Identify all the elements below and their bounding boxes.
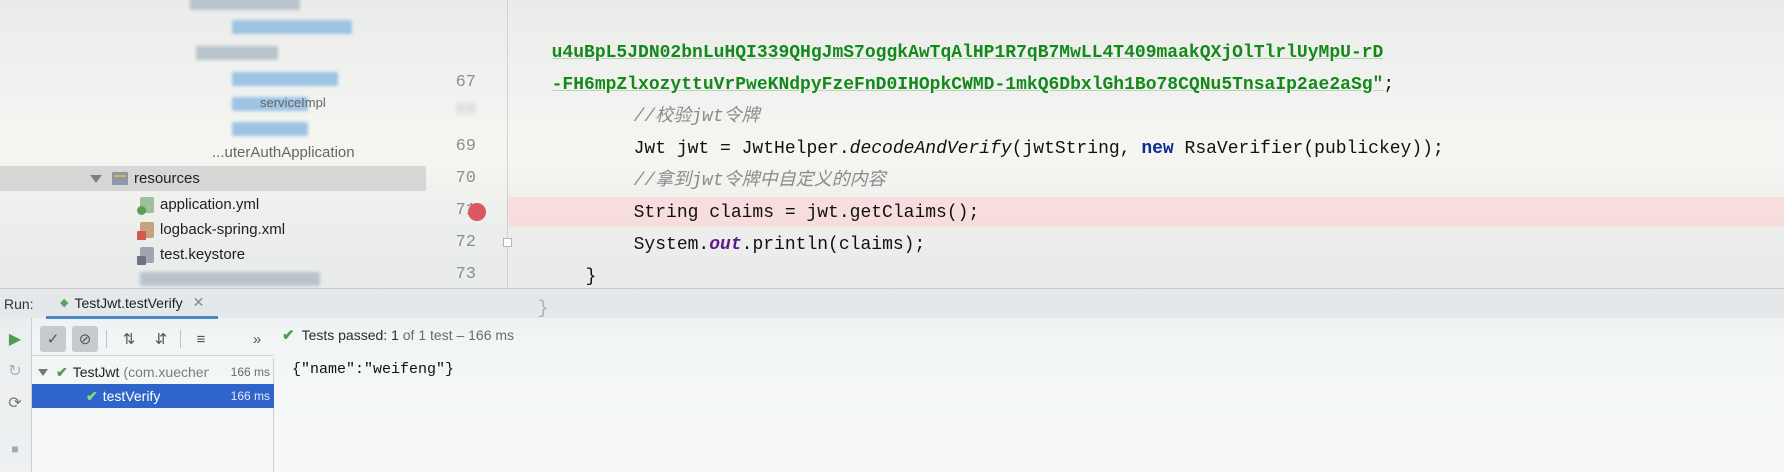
test-suite-name: TestJwt (72, 364, 120, 380)
static-field: out (709, 235, 742, 255)
console-output[interactable]: {"name":"weifeng"} (292, 361, 454, 378)
rerun-button[interactable]: ▶ (4, 328, 26, 350)
blurred-tree-item (232, 72, 338, 86)
code-line[interactable]: -FH6mpZlxozyttuVrPweKNdpyFzeFnD0IHOpkCWM… (530, 37, 1395, 95)
run-config-icon: ◆ (60, 297, 69, 309)
close-icon[interactable]: ✕ (193, 294, 205, 311)
blurred-tree-item (196, 46, 278, 60)
run-panel-header: Run: ◆ TestJwt.testVerify ✕ (0, 288, 1784, 319)
show-passed-button[interactable]: ✓ (40, 326, 66, 352)
chevron-down-icon[interactable] (90, 174, 102, 183)
more-actions-button[interactable]: » (248, 326, 266, 352)
tree-item-application-yml[interactable]: application.yml (137, 192, 260, 217)
test-suite-row[interactable]: ✔ TestJwt (com.xuecheng 166 ms (32, 360, 274, 384)
code-token: RsaVerifier(publickey)); (1173, 139, 1444, 159)
line-number: 70 (455, 169, 476, 188)
expand-all-button[interactable]: ≡ (188, 326, 214, 352)
tests-passed-label: Tests passed: (301, 327, 388, 343)
code-line-breakpoint[interactable]: System.out.println(claims); (612, 197, 926, 255)
tree-item-auth-application[interactable]: ...uterAuthApplication (212, 142, 355, 162)
project-tree: serviceImpl ...uterAuthApplication resou… (0, 0, 426, 288)
tree-item-logback-xml[interactable]: logback-spring.xml (137, 217, 286, 242)
check-icon: ✔ (86, 387, 98, 404)
code-line[interactable]: u4uBpL5JDN02bnLuHQI339QHgJmS7oggkAwTqAlH… (530, 5, 1384, 63)
sort-alphabetically-button[interactable]: ⇅ (116, 326, 142, 352)
toolbar-divider (106, 330, 107, 348)
test-results-tree: ✔ TestJwt (com.xuecheng 166 ms ✔ testVer… (32, 358, 274, 472)
tree-item-label: ...uterAuthApplication (212, 143, 355, 161)
toolbar-divider (180, 330, 181, 348)
keyword: new (1141, 139, 1174, 159)
tree-item-test-keystore[interactable]: test.keystore (137, 242, 246, 267)
code-line[interactable]: //拿到jwt令牌中自定义的内容 (612, 133, 886, 191)
toggle-autotest-button[interactable]: ⟳ (4, 392, 26, 414)
line-number: 67 (455, 73, 476, 92)
keystore-file-icon (137, 246, 154, 265)
code-line[interactable]: String claims = jwt.getClaims(); (612, 165, 980, 223)
test-case-row[interactable]: ✔ testVerify 166 ms (32, 384, 274, 408)
chevron-down-icon[interactable] (38, 368, 48, 376)
code-line[interactable]: //校验jwt令牌 (612, 69, 760, 127)
test-case-name: testVerify (102, 388, 161, 404)
test-suite-package: (com.xuecheng (123, 364, 210, 380)
check-icon: ✔ (282, 327, 295, 344)
code-line[interactable]: } (564, 229, 597, 287)
code-line[interactable]: Jwt jwt = JwtHelper.decodeAndVerify(jwtS… (612, 101, 1444, 159)
code-token: } (585, 267, 597, 287)
blurred-tree-item (232, 20, 352, 34)
line-number: 73 (455, 265, 476, 284)
stop-button[interactable]: ■ (4, 438, 26, 460)
blurred-tree-item (232, 122, 308, 136)
line-number: 68 (455, 101, 476, 120)
check-icon: ✔ (56, 363, 68, 380)
tree-item-label: application.yml (160, 196, 260, 213)
tree-item-label: resources (134, 170, 200, 187)
test-status-summary: ✔ Tests passed: 1 of 1 test – 166 ms (282, 326, 514, 344)
breakpoint-icon[interactable] (468, 203, 486, 221)
code-token: System. (633, 235, 710, 255)
code-token: (jwtString, (1011, 139, 1142, 159)
folder-icon (112, 172, 128, 185)
blurred-tree-item (190, 0, 300, 10)
test-duration: 166 ms (230, 365, 270, 379)
tree-item-resources[interactable]: resources (0, 166, 426, 191)
run-label: Run: (4, 296, 34, 312)
show-ignored-button[interactable]: ⊘ (72, 326, 98, 352)
test-toolbar: ✓ ⊘ ⇅ ⇵ ≡ » (32, 320, 274, 356)
run-side-toolbar: ▶ ↻ ⟳ ■ (0, 318, 32, 472)
blurred-tree-item (140, 272, 320, 286)
sort-by-duration-button[interactable]: ⇵ (148, 326, 174, 352)
tree-item-label: serviceImpl (260, 95, 326, 110)
tree-item-label: test.keystore (160, 246, 246, 263)
tree-item-label: logback-spring.xml (160, 221, 286, 238)
yml-file-icon (137, 196, 154, 215)
code-token: .println(claims); (741, 235, 926, 255)
tab-run-configuration[interactable]: ◆ TestJwt.testVerify ✕ (46, 289, 219, 319)
line-number: 69 (455, 137, 476, 156)
xml-file-icon (137, 221, 154, 240)
test-duration: 166 ms (230, 389, 270, 403)
fold-marker-icon[interactable] (503, 238, 512, 247)
tests-total-text: of 1 test – 166 ms (402, 327, 515, 343)
code-token: ; (1383, 75, 1395, 95)
tests-passed-count: 1 (391, 327, 399, 343)
rerun-failed-button[interactable]: ↻ (4, 360, 26, 382)
tree-item-service-impl[interactable]: serviceImpl (260, 90, 326, 115)
tab-label: TestJwt.testVerify (74, 294, 183, 311)
line-number: 72 (455, 233, 476, 252)
